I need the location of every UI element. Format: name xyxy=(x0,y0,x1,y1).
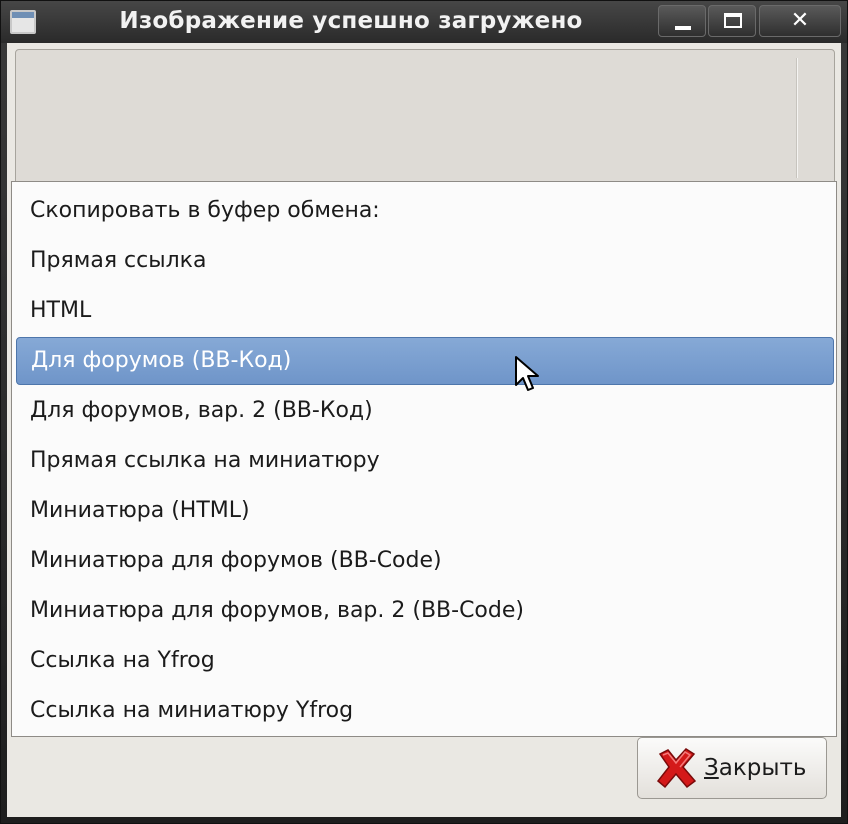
dialog-body: Скопировать в буфер обмена: Прямая ссылк… xyxy=(7,43,841,817)
menu-item-yfrog-thumbnail-link[interactable]: Ссылка на миниатюру Yfrog xyxy=(12,686,836,736)
maximize-icon xyxy=(724,13,742,28)
menu-item-thumbnail-forum-bbcode[interactable]: Миниатюра для форумов (BB-Code) xyxy=(12,536,836,586)
menu-item-thumbnail-html[interactable]: Миниатюра (HTML) xyxy=(12,486,836,536)
close-label-rest: акрыть xyxy=(718,755,807,781)
menu-item-direct-link[interactable]: Прямая ссылка xyxy=(12,236,836,286)
menu-item-forum-bbcode-v2[interactable]: Для форумов, вар. 2 (BB-Код) xyxy=(12,386,836,436)
window-close-button[interactable]: ✕ xyxy=(759,5,841,37)
minimize-button[interactable] xyxy=(658,5,706,37)
mouse-pointer-icon xyxy=(515,356,539,391)
window-title: Изображение успешно загружено xyxy=(119,8,583,34)
dropdown-menu: Скопировать в буфер обмена: Прямая ссылк… xyxy=(11,181,837,737)
x-icon xyxy=(656,748,697,789)
minimize-icon xyxy=(675,26,691,30)
menu-item-thumbnail-direct-link[interactable]: Прямая ссылка на миниатюру xyxy=(12,436,836,486)
menu-item-html[interactable]: HTML xyxy=(12,286,836,336)
close-button[interactable]: Закрыть xyxy=(637,737,827,799)
menu-item-thumbnail-forum-bbcode-v2[interactable]: Миниатюра для форумов, вар. 2 (BB-Code) xyxy=(12,586,836,636)
dialog-window: Изображение успешно загружено ✕ Скопиров… xyxy=(0,0,848,824)
menu-item-forum-bbcode[interactable]: Для форумов (BB-Код) xyxy=(16,337,834,385)
close-mnemonic: З xyxy=(704,755,719,781)
menu-item-yfrog-link[interactable]: Ссылка на Yfrog xyxy=(12,636,836,686)
link-type-combobox[interactable] xyxy=(15,49,835,189)
maximize-button[interactable] xyxy=(708,5,756,37)
combobox-separator xyxy=(796,58,798,178)
close-window-icon: ✕ xyxy=(790,8,810,33)
close-button-label: Закрыть xyxy=(704,738,806,798)
title-bar[interactable]: Изображение успешно загружено ✕ xyxy=(1,1,847,43)
menu-item-copy-header[interactable]: Скопировать в буфер обмена: xyxy=(12,186,836,236)
